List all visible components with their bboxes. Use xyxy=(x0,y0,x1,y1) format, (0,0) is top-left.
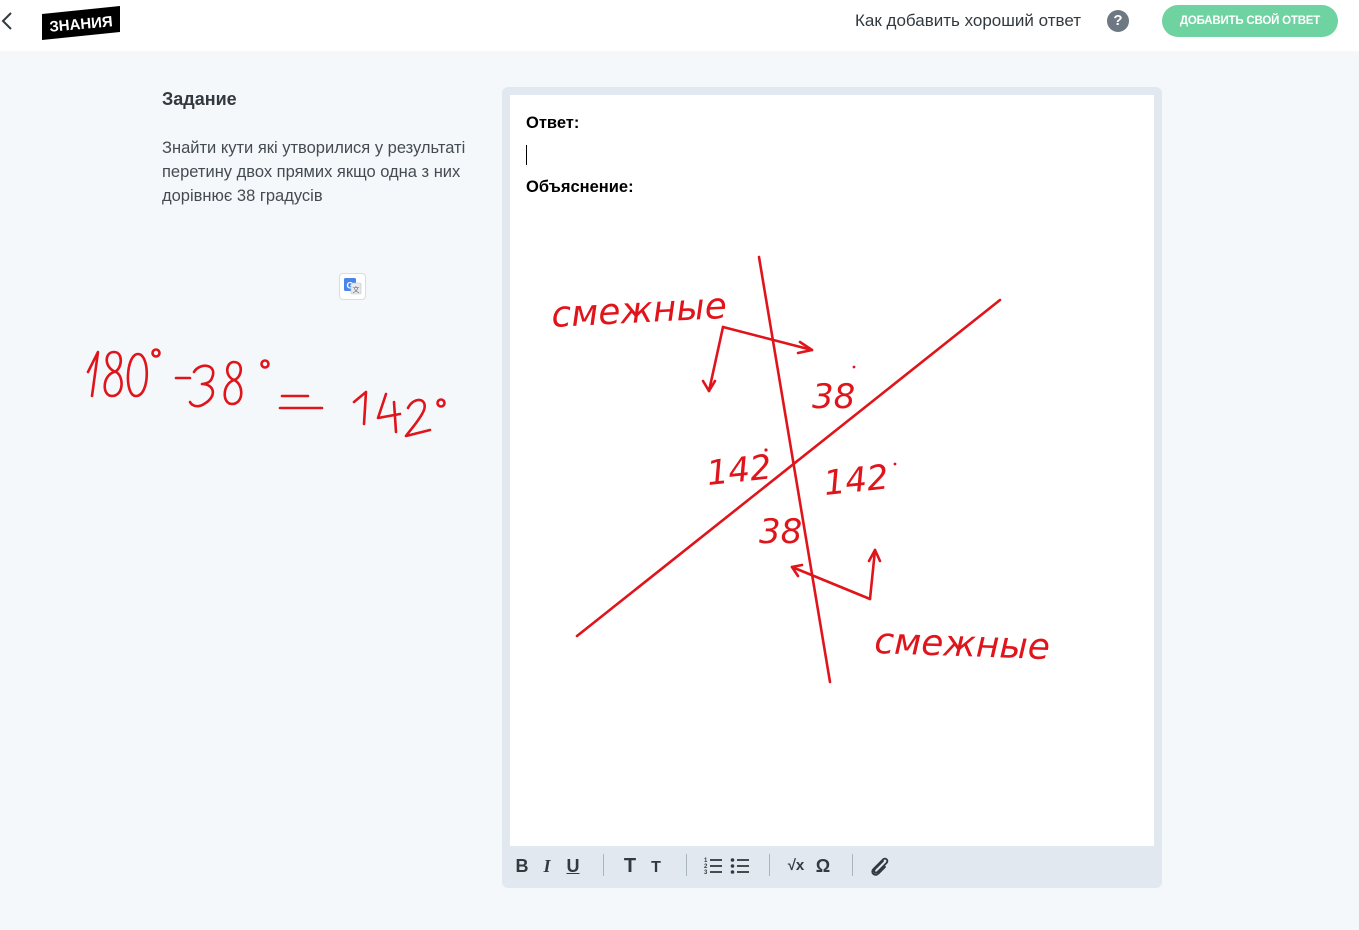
angle-left-label: 142 xyxy=(705,447,774,494)
angle-right-label: 142 xyxy=(822,457,891,504)
arrow-bottom xyxy=(790,565,872,601)
top-note: смежные xyxy=(550,286,728,336)
attachment-icon[interactable] xyxy=(868,854,892,878)
bottom-note: смежные xyxy=(874,621,1051,668)
underline-button[interactable]: U xyxy=(565,854,581,878)
angle-bottom-label: 38 xyxy=(759,512,802,552)
toolbar-separator xyxy=(603,854,604,876)
heading-small-button[interactable]: T xyxy=(648,854,664,878)
toolbar-separator xyxy=(769,854,770,876)
svg-text:3: 3 xyxy=(704,870,708,876)
handwritten-formula xyxy=(86,348,446,438)
translate-icon[interactable]: G 文 xyxy=(339,273,366,300)
bold-button[interactable]: B xyxy=(514,854,530,878)
add-answer-button[interactable]: ДОБАВИТЬ СВОЙ ОТВЕТ xyxy=(1162,5,1338,37)
angle-top-label: 38 xyxy=(812,377,855,417)
task-text: Знайти кути які утворилися у результаті … xyxy=(162,139,466,205)
special-symbol-button[interactable]: Ω xyxy=(813,854,833,878)
formula-button[interactable]: √x xyxy=(785,854,807,878)
answer-input[interactable] xyxy=(526,142,1126,168)
heading-large-button[interactable]: T xyxy=(621,854,639,878)
text-caret xyxy=(526,145,527,165)
bullet-list-icon[interactable] xyxy=(730,854,750,878)
top-bar: ЗНАНИЯ Как добавить хороший ответ ? ДОБА… xyxy=(0,0,1359,51)
ordered-list-icon[interactable]: 123 xyxy=(703,854,723,878)
toolbar-separator xyxy=(852,854,853,876)
arrow-top xyxy=(721,325,814,352)
back-arrow-icon[interactable] xyxy=(0,10,20,32)
google-translate-icon: G 文 xyxy=(344,278,362,295)
svg-text:文: 文 xyxy=(353,285,360,294)
help-link[interactable]: Как добавить хороший ответ xyxy=(855,11,1081,31)
handwritten-angle-diagram: смежные смежные 38 38 142 142 xyxy=(550,255,1051,684)
editor-toolbar: B I U T T 123 √x Ω xyxy=(510,846,1154,886)
explanation-label: Объяснение: xyxy=(526,178,634,196)
znania-logo[interactable]: ЗНАНИЯ xyxy=(42,6,120,40)
line-diagonal xyxy=(575,298,1002,638)
task-title: Задание xyxy=(162,89,237,109)
question-icon[interactable]: ? xyxy=(1107,10,1129,32)
toolbar-separator xyxy=(686,854,687,876)
answer-label: Ответ: xyxy=(526,114,580,132)
italic-button[interactable]: I xyxy=(539,854,555,878)
